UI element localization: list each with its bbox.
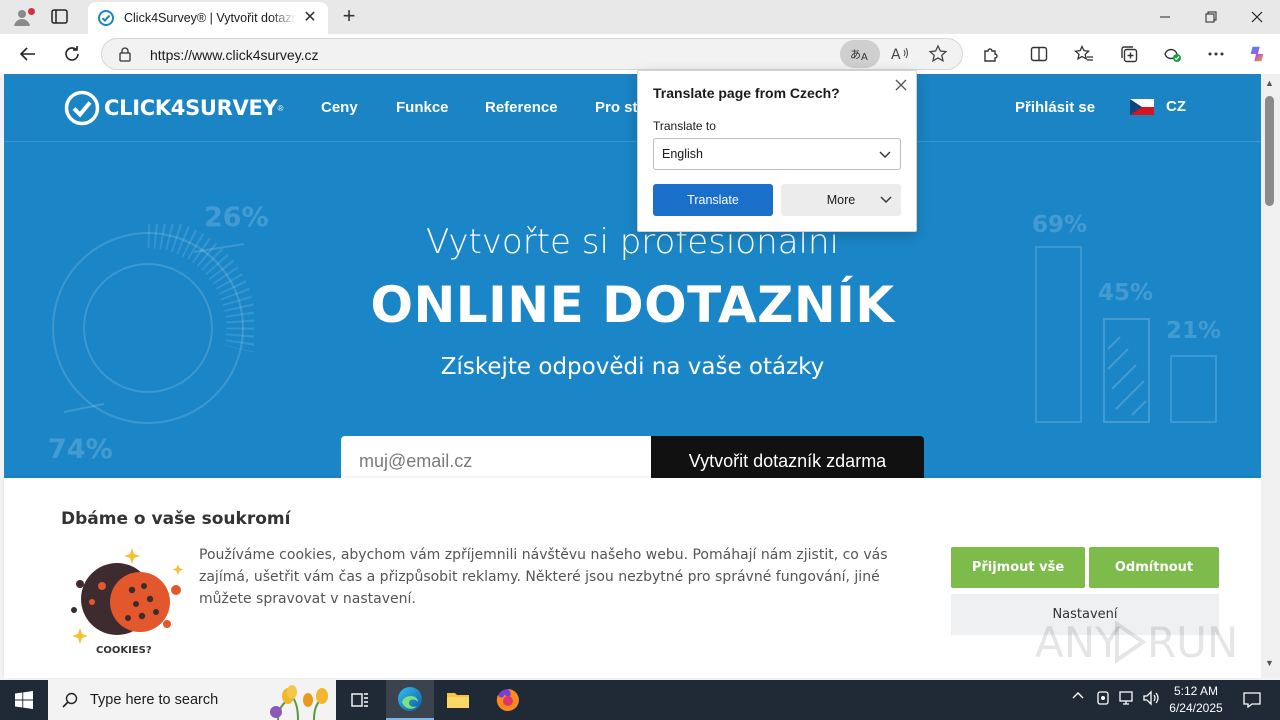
anyrun-watermark-logo: ANY RUN [1035,618,1235,667]
cookie-illustration-label: COOKIES? [96,645,152,656]
nav-link-ceny[interactable]: Ceny [321,99,358,116]
system-clock[interactable]: 5:12 AM 6/24/2025 [1164,683,1228,717]
translate-button[interactable]: Translate [653,184,773,216]
language-code: CZ [1166,98,1186,115]
task-view-icon[interactable] [336,680,384,720]
scroll-down-arrow-icon[interactable]: ▼ [1265,658,1274,668]
file-explorer-icon[interactable] [434,680,482,720]
cookie-illustration-icon [71,548,184,644]
translate-popup-title: Translate page from Czech? [653,85,840,101]
browser-essentials-icon[interactable] [1163,44,1183,64]
windows-taskbar: Type here to search 5:12 AM 6/24/2025 [0,680,1280,720]
language-selector[interactable]: CZ [1130,98,1186,115]
browser-toolbar: https://www.click4survey.cz あA A [0,34,1280,74]
minimize-icon[interactable] [1142,0,1188,34]
czech-flag-icon [1130,98,1154,115]
read-aloud-icon[interactable]: A [890,44,910,64]
login-link[interactable]: Přihlásit se [1015,99,1095,116]
security-tray-icon[interactable] [1096,690,1110,709]
scrollbar-thumb[interactable] [1265,96,1274,206]
target-language-value: English [662,147,703,161]
more-menu-icon[interactable] [1206,44,1226,64]
url-text[interactable]: https://www.click4survey.cz [150,47,319,63]
tab-close-icon[interactable]: ✕ [302,10,318,26]
hero-tagline: Získejte odpovědi na vaše otázky [440,354,825,380]
reject-button[interactable]: Odmítnout [1089,547,1219,588]
cookie-banner-text: Používáme cookies, abychom vám zpříjemni… [199,547,888,607]
site-logo[interactable]: CLICK4SURVEY ® [64,90,283,126]
search-icon [62,692,78,708]
logo-registered-mark: ® [277,103,284,113]
translate-to-label: Translate to [653,119,716,133]
clock-time: 5:12 AM [1173,684,1219,698]
logo-check-icon [64,90,100,126]
tab-title: Click4Survey® | Vytvořit dotazník [124,11,296,25]
split-screen-icon[interactable] [1029,44,1049,64]
favorite-star-icon[interactable] [928,44,948,64]
address-bar[interactable]: https://www.click4survey.cz あA A [101,38,963,70]
copilot-icon[interactable] [1247,44,1267,64]
target-language-select[interactable]: English [653,138,901,170]
title-bar: Click4Survey® | Vytvořit dotazník ✕ + [0,0,1280,34]
volume-icon[interactable] [1142,690,1160,709]
nav-link-reference[interactable]: Reference [485,99,558,116]
refresh-icon[interactable] [58,40,86,68]
network-icon[interactable] [1118,690,1136,709]
show-hidden-icons-chevron-icon[interactable] [1072,690,1084,705]
hero-title: ONLINE DOTAZNÍK [370,276,895,334]
back-arrow-icon[interactable] [14,40,42,68]
start-button-windows-icon[interactable] [0,680,48,720]
extensions-icon[interactable] [981,44,1001,64]
tab-actions-icon[interactable] [50,8,70,26]
svg-text:あ: あ [850,48,861,61]
firefox-icon[interactable] [484,680,532,720]
close-icon[interactable] [893,77,909,93]
decor-percentage: 74% [48,434,113,465]
lock-icon[interactable] [118,46,132,62]
new-tab-button[interactable]: + [338,5,360,28]
profile-avatar-icon[interactable] [10,6,35,28]
favorites-icon[interactable] [1074,44,1094,64]
svg-text:RUN: RUN [1147,618,1235,667]
nav-link-funkce[interactable]: Funkce [396,99,449,116]
close-window-icon[interactable] [1234,0,1280,34]
taskbar-search-box[interactable]: Type here to search [48,680,336,720]
more-options-label: More [826,193,856,207]
page-scrollbar[interactable]: ▲ ▼ [1261,74,1280,678]
scroll-up-arrow-icon[interactable]: ▲ [1265,78,1274,88]
collections-icon[interactable] [1119,44,1139,64]
nav-link-pro-studenty[interactable]: Pro st [595,99,638,116]
svg-text:ANY: ANY [1035,618,1121,667]
search-highlight-flowers-icon [270,685,328,720]
site-favicon-icon [98,10,114,26]
clock-date: 6/24/2025 [1169,701,1223,715]
svg-text:A: A [861,52,868,62]
more-options-button[interactable]: More [781,184,901,216]
chevron-down-icon [880,196,892,203]
site-header: CLICK4SURVEY ® Ceny Funkce Reference Pro … [4,74,1261,142]
restore-icon[interactable] [1188,0,1234,34]
cookie-banner-title: Dbáme o vaše soukromí [61,509,291,529]
translate-icon[interactable]: あA [840,40,880,68]
edge-taskbar-icon[interactable] [386,680,434,720]
translate-popup: Translate page from Czech? Translate to … [637,70,917,232]
accept-all-button[interactable]: Přijmout vše [951,547,1085,588]
svg-text:A: A [891,47,901,63]
chevron-down-icon [879,151,891,158]
search-placeholder: Type here to search [90,692,219,708]
logo-text: CLICK4SURVEY [104,96,278,120]
notifications-icon[interactable] [1228,680,1276,720]
browser-tab-active[interactable]: Click4Survey® | Vytvořit dotazník ✕ [88,2,328,34]
hero-subtitle-top: Vytvořte si profesionální [425,222,839,262]
